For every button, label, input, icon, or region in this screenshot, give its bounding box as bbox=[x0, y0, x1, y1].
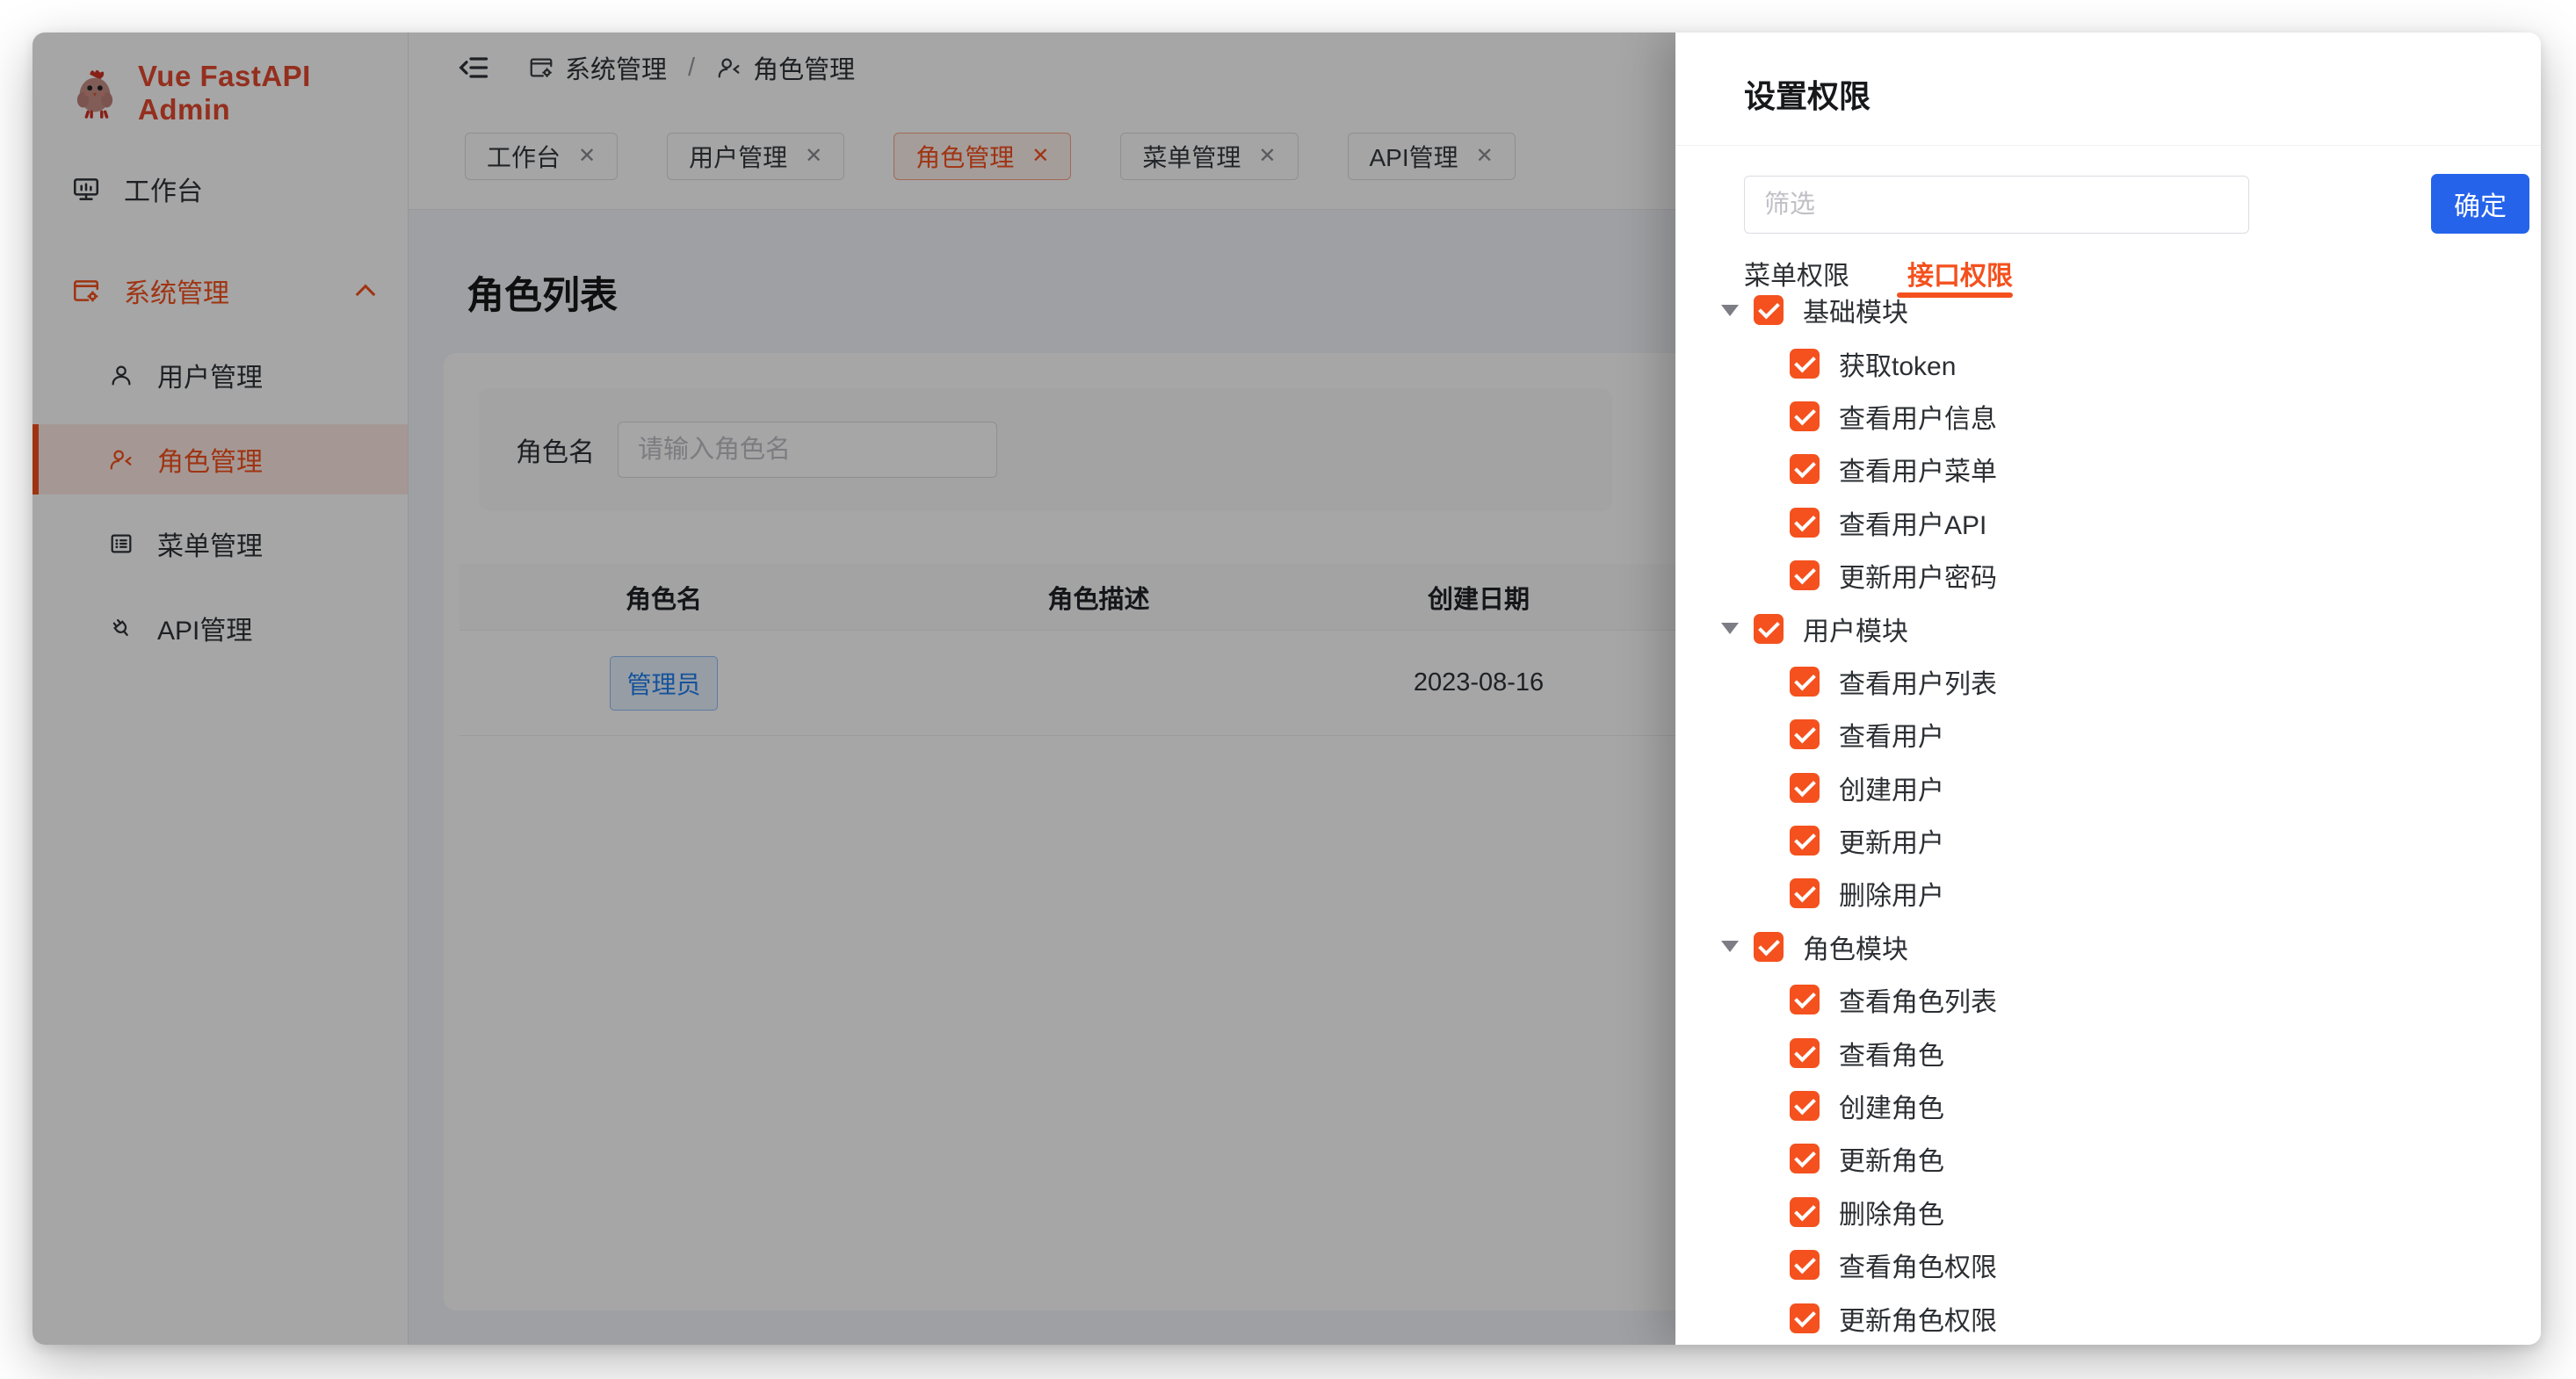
checkbox-checked[interactable] bbox=[1790, 560, 1820, 590]
tree-node-label: 删除角色 bbox=[1839, 1193, 1944, 1231]
app-window: Vue FastAPI Admin 工作台 bbox=[33, 32, 2541, 1345]
checkbox-checked[interactable] bbox=[1754, 932, 1784, 962]
tree-node: 创建角色 bbox=[1675, 1079, 2541, 1132]
tree-node: 更新角色 bbox=[1675, 1132, 2541, 1185]
tree-node-label: 角色模块 bbox=[1803, 928, 1908, 966]
tree-node: 查看用户 bbox=[1675, 708, 2541, 761]
tree-node-label: 查看用户菜单 bbox=[1839, 450, 1997, 488]
tree-node-label: 获取token bbox=[1839, 344, 1956, 383]
checkbox-checked[interactable] bbox=[1790, 773, 1820, 803]
tree-node: 查看角色列表 bbox=[1675, 973, 2541, 1026]
checkbox-checked[interactable] bbox=[1790, 1250, 1820, 1280]
drawer-title: 设置权限 bbox=[1675, 32, 2541, 117]
checkbox-checked[interactable] bbox=[1790, 826, 1820, 856]
tree-node: 查看角色 bbox=[1675, 1026, 2541, 1079]
checkbox-checked[interactable] bbox=[1790, 985, 1820, 1014]
tree-node: 创建用户 bbox=[1675, 762, 2541, 814]
tree-node: 角色模块 bbox=[1675, 921, 2541, 973]
tree-node: 删除用户 bbox=[1675, 867, 2541, 920]
tree-node-label: 更新角色权限 bbox=[1839, 1299, 1997, 1338]
checkbox-checked[interactable] bbox=[1790, 508, 1820, 538]
tree-node-label: 更新用户密码 bbox=[1839, 556, 1997, 595]
caret-down-icon[interactable] bbox=[1721, 305, 1739, 316]
confirm-button[interactable]: 确定 bbox=[2431, 174, 2529, 234]
checkbox-checked[interactable] bbox=[1790, 349, 1820, 379]
checkbox-checked[interactable] bbox=[1790, 1091, 1820, 1121]
checkbox-checked[interactable] bbox=[1790, 454, 1820, 484]
tree-node: 查看用户API bbox=[1675, 496, 2541, 549]
tree-node-label: 查看角色 bbox=[1839, 1034, 1944, 1072]
checkbox-checked[interactable] bbox=[1790, 1038, 1820, 1068]
tree-node: 查看用户列表 bbox=[1675, 655, 2541, 708]
tree-node-label: 更新用户 bbox=[1839, 821, 1944, 860]
checkbox-checked[interactable] bbox=[1790, 719, 1820, 749]
tree-node-label: 查看角色列表 bbox=[1839, 980, 1997, 1019]
drawer-divider bbox=[1675, 145, 2541, 146]
set-permissions-drawer: 设置权限 确定 菜单权限 接口权限 基础模块 获取token 查看用户信息 bbox=[1675, 32, 2541, 1345]
tree-node-label: 更新角色 bbox=[1839, 1139, 1944, 1178]
tree-node-label: 创建角色 bbox=[1839, 1087, 1944, 1125]
checkbox-checked[interactable] bbox=[1754, 295, 1784, 325]
checkbox-checked[interactable] bbox=[1790, 667, 1820, 697]
tree-node: 更新用户密码 bbox=[1675, 549, 2541, 602]
tree-node-label: 查看用户API bbox=[1839, 503, 1986, 542]
checkbox-checked[interactable] bbox=[1790, 1303, 1820, 1333]
tree-node: 查看用户信息 bbox=[1675, 390, 2541, 443]
tree-node: 更新用户 bbox=[1675, 814, 2541, 867]
tree-node-label: 查看用户 bbox=[1839, 715, 1944, 754]
tree-node: 获取token bbox=[1675, 336, 2541, 389]
caret-down-icon[interactable] bbox=[1721, 623, 1739, 634]
tree-node-label: 创建用户 bbox=[1839, 769, 1944, 807]
tree-node-label: 查看角色权限 bbox=[1839, 1245, 1997, 1284]
tree-node: 用户模块 bbox=[1675, 602, 2541, 654]
caret-down-icon[interactable] bbox=[1721, 941, 1739, 952]
tree-node-label: 查看用户信息 bbox=[1839, 397, 1997, 436]
checkbox-checked[interactable] bbox=[1754, 614, 1784, 644]
permission-filter-input[interactable] bbox=[1744, 176, 2249, 234]
checkbox-checked[interactable] bbox=[1790, 878, 1820, 908]
tree-node-label: 删除用户 bbox=[1839, 874, 1944, 913]
permission-tree: 基础模块 获取token 查看用户信息 查看用户菜单 查看用户API 更新用户密… bbox=[1675, 284, 2541, 1345]
tree-node: 更新角色权限 bbox=[1675, 1291, 2541, 1344]
checkbox-checked[interactable] bbox=[1790, 1197, 1820, 1227]
tree-node: 基础模块 bbox=[1675, 284, 2541, 336]
checkbox-checked[interactable] bbox=[1790, 401, 1820, 431]
tree-node-label: 用户模块 bbox=[1803, 610, 1908, 648]
tree-node: 查看角色权限 bbox=[1675, 1238, 2541, 1291]
checkbox-checked[interactable] bbox=[1790, 1144, 1820, 1173]
drawer-mask[interactable] bbox=[33, 32, 1675, 1345]
tree-node-label: 基础模块 bbox=[1803, 291, 1908, 329]
tree-node: 查看用户菜单 bbox=[1675, 443, 2541, 495]
tree-node-label: 查看用户列表 bbox=[1839, 662, 1997, 701]
tree-node: 删除角色 bbox=[1675, 1186, 2541, 1238]
